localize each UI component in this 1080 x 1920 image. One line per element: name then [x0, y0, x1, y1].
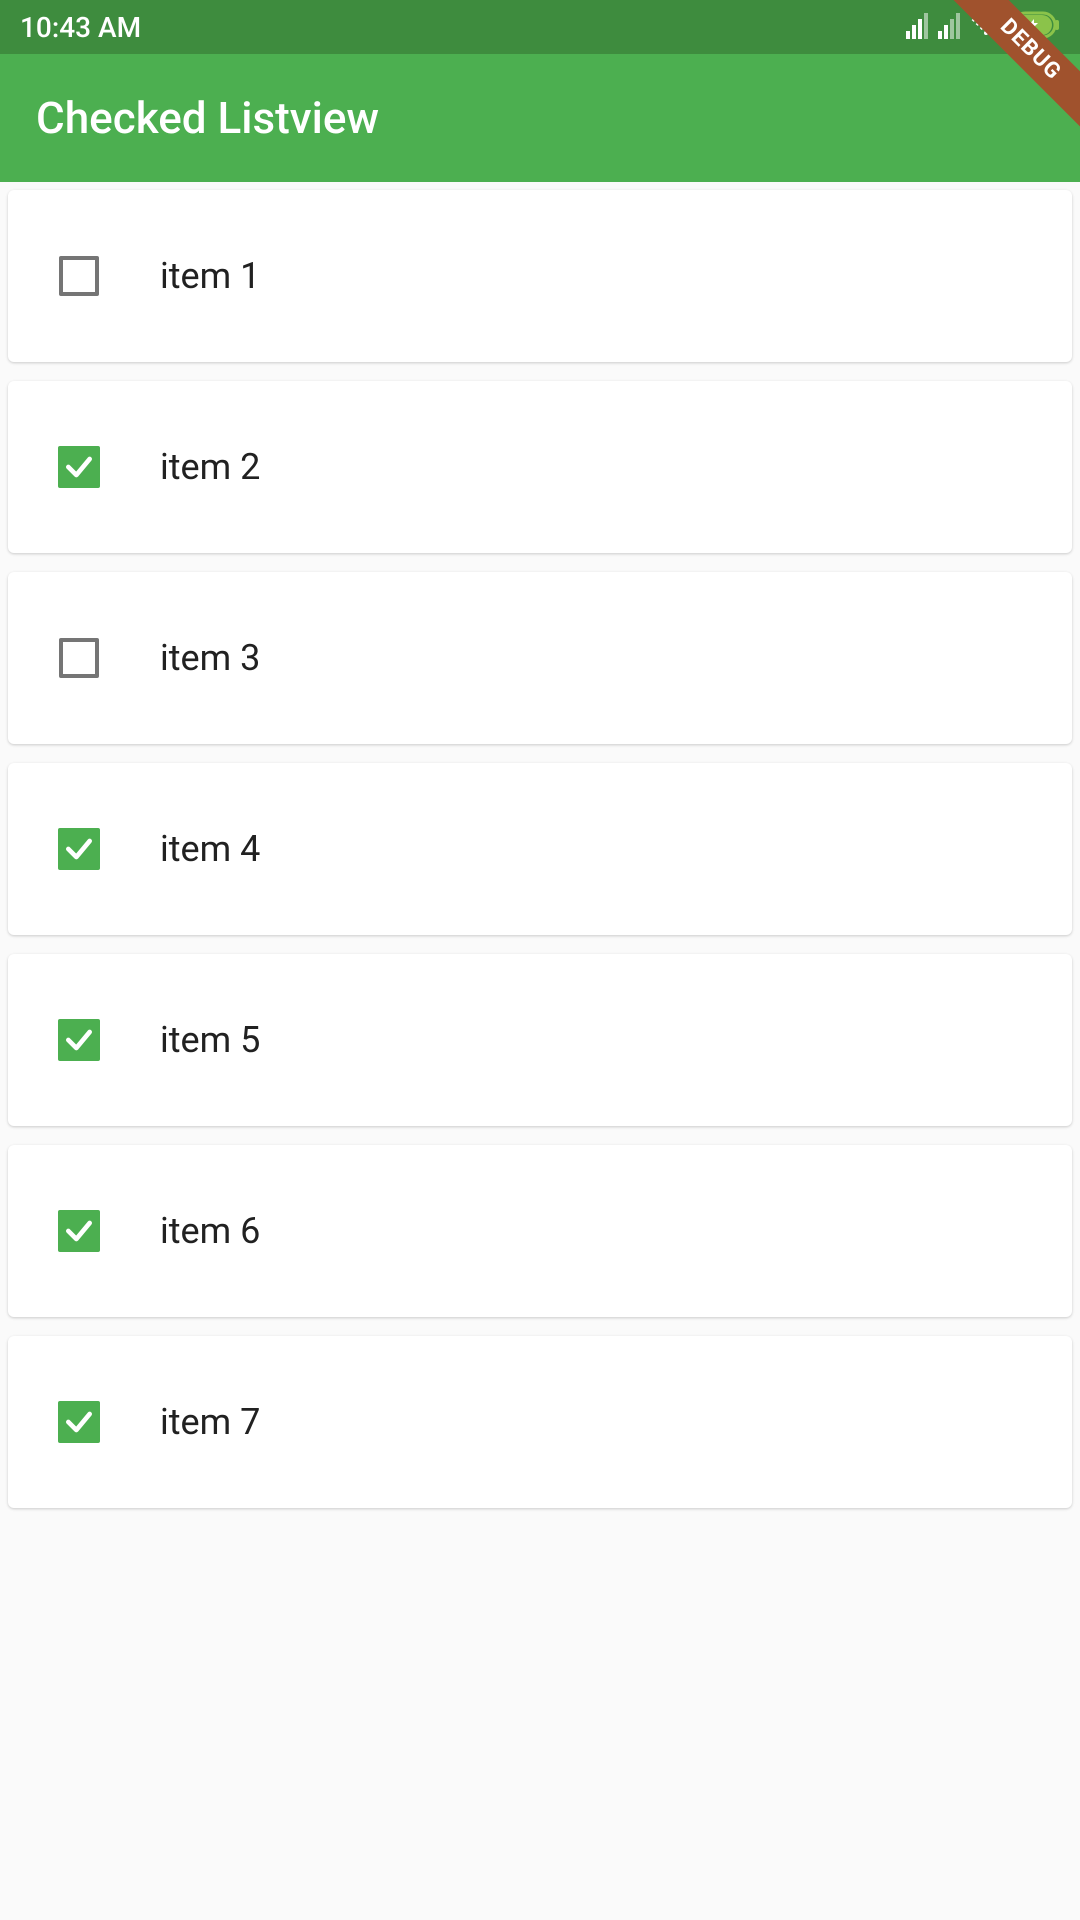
- list-item[interactable]: item 2: [8, 381, 1072, 553]
- item-label: item 2: [160, 446, 260, 488]
- item-label: item 3: [160, 637, 260, 679]
- item-label: item 7: [160, 1401, 260, 1443]
- check-icon: [58, 1210, 100, 1252]
- checkbox-outline-icon: [59, 638, 99, 678]
- item-label: item 6: [160, 1210, 260, 1252]
- checkbox[interactable]: [58, 1210, 100, 1252]
- check-icon: [58, 1401, 100, 1443]
- list-item[interactable]: item 4: [8, 763, 1072, 935]
- item-label: item 4: [160, 828, 260, 870]
- checkbox[interactable]: [58, 446, 100, 488]
- signal-icon-2: [938, 15, 960, 39]
- check-icon: [58, 446, 100, 488]
- list-container: item 1 item 2 item 3 item 4 item 5 item 6 item…: [0, 182, 1080, 1508]
- checkbox[interactable]: [58, 828, 100, 870]
- list-item[interactable]: item 3: [8, 572, 1072, 744]
- status-bar: 10:43 AM: [0, 0, 1080, 54]
- list-item[interactable]: item 5: [8, 954, 1072, 1126]
- list-item[interactable]: item 1: [8, 190, 1072, 362]
- signal-icon-1: [906, 15, 928, 39]
- checkbox[interactable]: [58, 255, 100, 297]
- checkbox[interactable]: [58, 1019, 100, 1061]
- app-title: Checked Listview: [36, 92, 379, 144]
- list-item[interactable]: item 7: [8, 1336, 1072, 1508]
- item-label: item 5: [160, 1019, 260, 1061]
- checkbox-outline-icon: [59, 256, 99, 296]
- list-item[interactable]: item 6: [8, 1145, 1072, 1317]
- status-time: 10:43 AM: [20, 11, 141, 44]
- checkbox[interactable]: [58, 637, 100, 679]
- checkbox[interactable]: [58, 1401, 100, 1443]
- app-bar: Checked Listview: [0, 54, 1080, 182]
- check-icon: [58, 1019, 100, 1061]
- check-icon: [58, 828, 100, 870]
- item-label: item 1: [160, 255, 260, 297]
